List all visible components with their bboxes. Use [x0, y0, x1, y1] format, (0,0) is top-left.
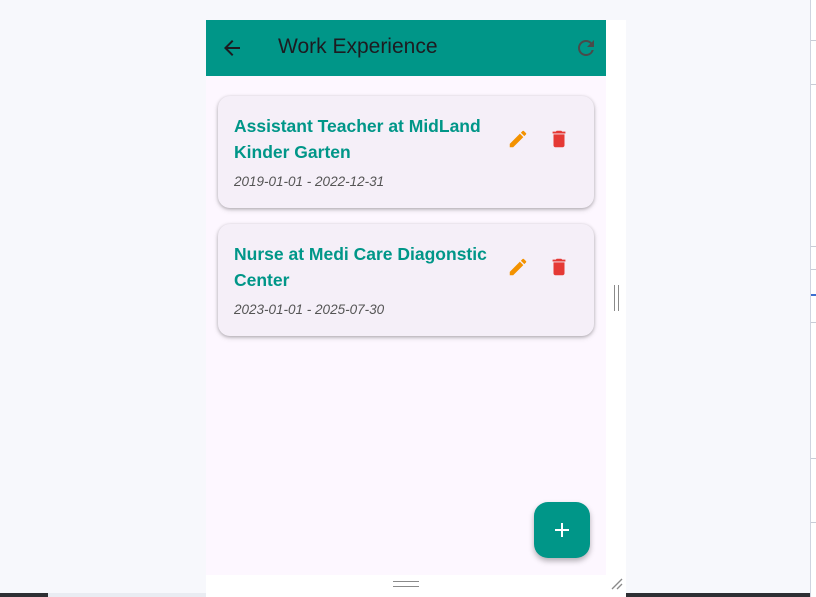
edit-button[interactable]	[507, 128, 529, 150]
pencil-icon	[509, 258, 527, 276]
vertical-resize-handle[interactable]	[614, 285, 619, 311]
trash-icon	[552, 258, 566, 276]
delete-button[interactable]	[548, 128, 570, 150]
app-screen: Work Experience Assistant Teacher at Mid…	[206, 20, 606, 575]
experience-card[interactable]: Nurse at Medi Care Diagonstic Center 202…	[218, 224, 594, 336]
experience-dates: 2023-01-01 - 2025-07-30	[234, 302, 385, 317]
emulator-window: Work Experience Assistant Teacher at Mid…	[206, 20, 626, 597]
add-experience-button[interactable]	[534, 502, 590, 558]
app-bar: Work Experience	[206, 20, 606, 76]
pencil-icon	[509, 130, 527, 148]
refresh-icon	[578, 40, 594, 56]
back-button[interactable]	[220, 36, 244, 60]
experience-card[interactable]: Assistant Teacher at MidLand Kinder Gart…	[218, 96, 594, 208]
experience-dates: 2019-01-01 - 2022-12-31	[234, 174, 385, 189]
arrow-left-icon	[224, 40, 240, 56]
delete-button[interactable]	[548, 256, 570, 278]
plus-icon	[555, 523, 569, 537]
experience-title: Assistant Teacher at MidLand Kinder Gart…	[234, 116, 481, 162]
experience-title: Nurse at Medi Care Diagonstic Center	[234, 244, 487, 290]
refresh-button[interactable]	[574, 36, 598, 60]
page-title: Work Experience	[278, 35, 438, 58]
trash-icon	[552, 130, 566, 148]
edit-button[interactable]	[507, 256, 529, 278]
horizontal-resize-handle[interactable]	[393, 581, 419, 587]
adjacent-panel-edge	[810, 0, 816, 597]
resize-grip-icon[interactable]	[610, 577, 624, 591]
